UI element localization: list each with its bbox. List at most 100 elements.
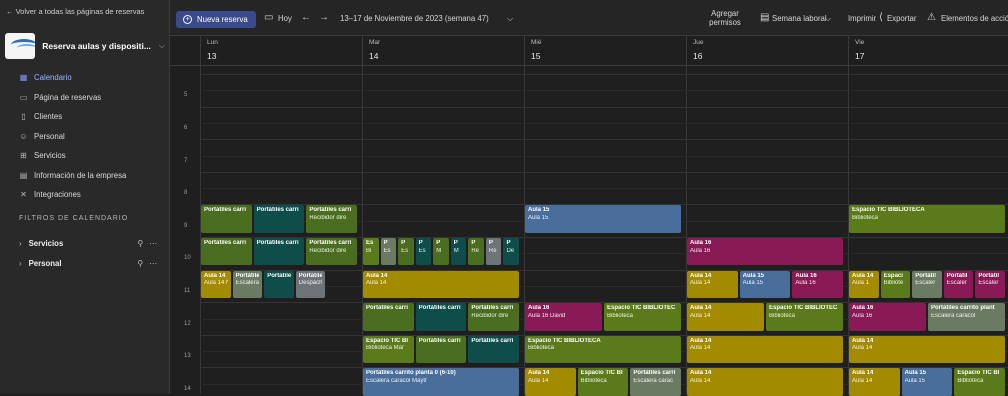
- booking-event[interactable]: Aula 15 Aula 15: [739, 270, 791, 298]
- booking-event[interactable]: Aula 16 Aula 16: [687, 238, 843, 266]
- booking-event[interactable]: P De: [503, 238, 519, 266]
- event-title: P: [436, 240, 441, 246]
- new-booking-button[interactable]: + Nueva reserva: [176, 11, 256, 28]
- booking-event[interactable]: P Es: [398, 238, 414, 266]
- event-subtitle: Biblioteca: [957, 377, 984, 384]
- event-title: Espacio TIC BIBLIOTEC: [769, 305, 838, 312]
- filter-actions[interactable]: ⚲ ⋯: [137, 259, 159, 268]
- day-header-wed[interactable]: Mié 15: [524, 36, 686, 66]
- booking-event[interactable]: Portátiles carri: [253, 205, 305, 233]
- print-button[interactable]: Imprimir: [848, 14, 876, 23]
- more-icon[interactable]: ⋯: [149, 239, 159, 248]
- filter-personal[interactable]: › Personal ⚲ ⋯: [19, 255, 159, 271]
- day-name: Lun: [207, 39, 218, 46]
- booking-event[interactable]: Portátiles carri Escalera carac: [630, 368, 681, 396]
- export-button[interactable]: Exportar: [887, 14, 916, 23]
- more-icon[interactable]: ⋯: [149, 259, 159, 268]
- booking-event[interactable]: Aula 15 Aula 15: [901, 368, 953, 396]
- booking-event[interactable]: P Re: [468, 238, 484, 266]
- sidebar-item-booking-page[interactable]: ▭ Página de reservas: [0, 88, 170, 108]
- booking-event[interactable]: Aula 14 Aula 14: [363, 270, 519, 298]
- add-permissions-button[interactable]: Agregar permisos: [705, 9, 745, 27]
- action-items-button[interactable]: Elementos de acció: [941, 14, 1008, 23]
- day-header-thu[interactable]: Jue 16: [686, 36, 848, 66]
- booking-event[interactable]: Aula 15 Aula 15: [525, 205, 681, 233]
- event-subtitle: Aula 16 David: [528, 312, 566, 319]
- booking-event[interactable]: Aula 14 Aula 14: [687, 303, 764, 331]
- booking-event[interactable]: Aula 16 Aula 16 David: [525, 303, 602, 331]
- booking-event[interactable]: Portátiles carri Recibidor dire: [306, 238, 357, 266]
- booking-event[interactable]: Espacio TIC BI Biblioteca Mar: [363, 335, 414, 364]
- chevron-down-icon[interactable]: ⌵: [507, 14, 513, 24]
- booking-event[interactable]: Aula 14 Aula 14: [687, 270, 738, 298]
- event-title: P: [418, 240, 423, 246]
- booking-event[interactable]: Portátil Escaler: [912, 270, 942, 298]
- booking-event[interactable]: Espacio TIC BIBLIOTECA Biblioteca: [525, 335, 681, 364]
- sidebar-item-personal[interactable]: ☺ Personal: [0, 127, 170, 147]
- calendar-grid[interactable]: 5 6 7 8 9 10 11 12 13 14 Portátiles carri Portátile…: [170, 66, 1008, 396]
- arrow-right-icon[interactable]: →: [319, 12, 329, 23]
- booking-event[interactable]: P Es: [380, 238, 397, 266]
- booking-event[interactable]: Aula 14 Aula 14: [849, 368, 900, 396]
- booking-event[interactable]: Aula 14 Aula 14: [687, 368, 843, 396]
- booking-event[interactable]: Es Bi: [363, 238, 379, 266]
- booking-event[interactable]: Aula 14 Aula 14: [525, 368, 576, 396]
- date-range-picker[interactable]: 13–17 de Noviembre de 2023 (semana 47): [340, 14, 489, 23]
- booking-event[interactable]: Portátiles carri: [468, 335, 519, 364]
- event-subtitle: Despacho: [298, 280, 323, 287]
- booking-event[interactable]: Espacio TIC BI Biblioteca: [954, 368, 1005, 396]
- sidebar-item-servicios[interactable]: ⊞ Servicios: [0, 146, 170, 166]
- booking-event[interactable]: Portátiles carri: [201, 238, 252, 266]
- day-header-fri[interactable]: Vie 17: [848, 36, 1008, 66]
- booking-event[interactable]: Aula 14Aula 14 N: [201, 270, 231, 298]
- booking-event[interactable]: Portátiles carri Recibidor dire: [306, 205, 357, 233]
- booking-event[interactable]: Portátiles carri: [201, 205, 252, 233]
- booking-event[interactable]: PortátilesDespacho: [295, 270, 326, 298]
- back-to-pages-link[interactable]: ← Volver a todas las páginas de reservas: [6, 7, 144, 16]
- day-header-tue[interactable]: Mar 14: [362, 36, 524, 66]
- booking-event[interactable]: Portátiles carri: [415, 303, 467, 331]
- booking-event[interactable]: Espacio TIC BIBLIOTECA Biblioteca: [849, 205, 1005, 233]
- booking-event[interactable]: Portátiles carrito plant Escalera caracol: [928, 303, 1005, 331]
- booking-event[interactable]: Portátiles carri: [415, 335, 467, 364]
- booking-event[interactable]: PM: [433, 238, 449, 266]
- today-button[interactable]: Hoy: [278, 14, 292, 23]
- booking-event[interactable]: Portátiles: [264, 270, 294, 298]
- sidebar-item-empresa[interactable]: ▤ Información de la empresa: [0, 166, 170, 186]
- event-title: Portátiles carri: [471, 337, 514, 344]
- sidebar-item-calendario[interactable]: ▦ Calendario: [0, 68, 170, 88]
- booking-event[interactable]: Aula 16 Aula 16: [792, 270, 843, 298]
- event-title: Portátil: [915, 272, 936, 279]
- hour-label: 6: [184, 124, 188, 131]
- sidebar-item-integraciones[interactable]: ✕ Integraciones: [0, 185, 170, 205]
- day-header-mon[interactable]: Lun 13: [200, 36, 362, 66]
- booking-event[interactable]: Espacio TIC BI Biblioteca: [577, 368, 629, 396]
- booking-event[interactable]: PortátilesEscalera c: [232, 270, 263, 298]
- booking-event[interactable]: Portátiles carri Recibidor dire: [468, 303, 519, 331]
- booking-event[interactable]: Portátiles carrito planta 0 (6-10) Escale…: [363, 368, 519, 396]
- booking-event[interactable]: Espacio TIC BIBLIOTEC Biblioteca: [604, 303, 681, 331]
- booking-event[interactable]: Portátiles carri: [253, 238, 305, 266]
- booking-event[interactable]: Aula 14 Aula 14: [687, 335, 843, 364]
- search-icon[interactable]: ⚲: [137, 239, 145, 248]
- sidebar-item-clientes[interactable]: ▯ Clientes: [0, 107, 170, 127]
- search-icon[interactable]: ⚲: [137, 259, 145, 268]
- booking-event[interactable]: P Es: [415, 238, 432, 266]
- booking-event[interactable]: Aula 14 Aula 1: [849, 270, 879, 298]
- booking-event[interactable]: PM: [450, 238, 467, 266]
- work-week-selector[interactable]: Semana laboral: [772, 14, 827, 23]
- booking-event[interactable]: Aula 14 Aula 14: [849, 335, 1005, 364]
- booking-event[interactable]: Portátiles carri: [363, 303, 414, 331]
- chevron-down-icon[interactable]: ⌵: [825, 14, 831, 24]
- booking-event[interactable]: Espaci Bibliote: [880, 270, 911, 298]
- work-week-icon: ▤: [760, 12, 770, 23]
- booking-event[interactable]: Portátil Escaler: [943, 270, 974, 298]
- business-selector[interactable]: Reserva aulas y dispositi... ⌵: [5, 30, 165, 62]
- filter-actions[interactable]: ⚲ ⋯: [137, 239, 159, 248]
- booking-event[interactable]: P Re: [485, 238, 502, 266]
- arrow-left-icon[interactable]: ←: [301, 12, 311, 23]
- booking-event[interactable]: Aula 16 Aula 16: [849, 303, 926, 331]
- booking-event[interactable]: Portátil Escaler: [975, 270, 1005, 298]
- booking-event[interactable]: Espacio TIC BIBLIOTEC Biblioteca: [766, 303, 843, 331]
- filter-servicios[interactable]: › Servicios ⚲ ⋯: [19, 235, 159, 251]
